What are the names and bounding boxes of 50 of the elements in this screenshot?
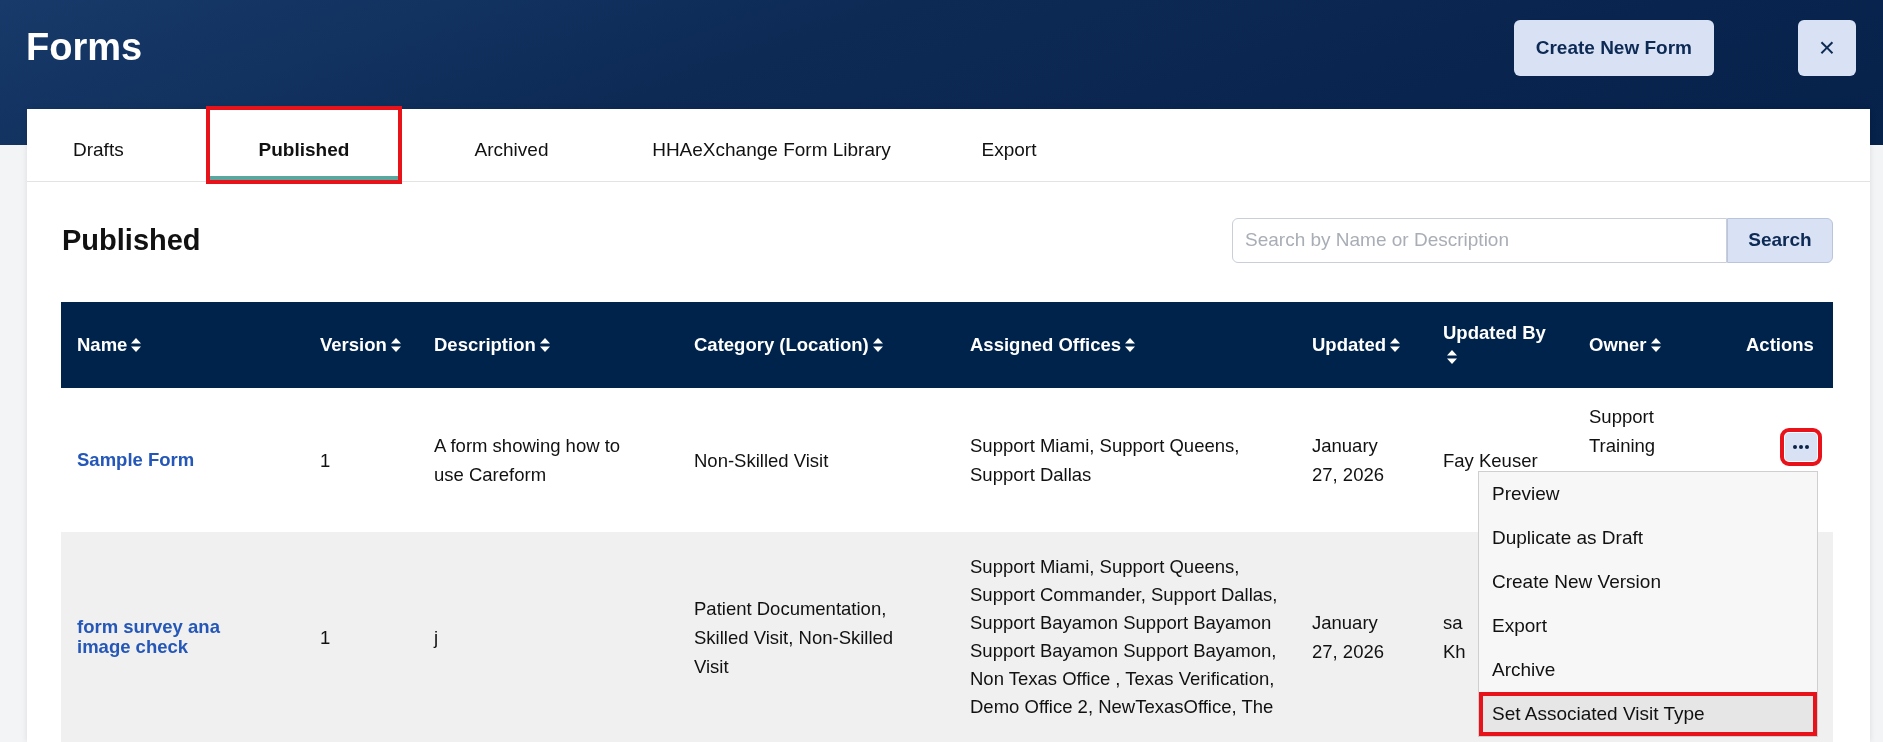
tab[interactable]: Published [209,109,399,181]
sort-icon[interactable] [1650,337,1661,352]
page-title: Forms [26,26,143,69]
column-header[interactable]: Updated [1312,332,1400,357]
menu-item[interactable]: Preview [1479,472,1817,516]
column-header[interactable]: Description [434,332,550,357]
search-field[interactable]: Search by Name or Description [1232,217,1727,263]
sort-icon[interactable] [1125,337,1136,352]
description-cell-text: j [434,625,439,650]
menu-item[interactable]: Set Associated Visit Type [1479,692,1817,736]
sort-icon[interactable] [1390,337,1400,352]
form-name-link[interactable]: form survey ana image check [77,617,267,657]
form-name-link[interactable]: Sample Form [77,450,195,470]
menu-item[interactable]: Archive [1479,648,1817,692]
column-header[interactable]: Owner [1589,332,1661,357]
tab[interactable]: Export [949,109,1069,181]
updated-by-cell-text: Fay Keuser [1443,448,1538,473]
category-cell-text: Non-Skilled Visit [694,448,829,473]
sort-icon[interactable] [872,337,883,352]
column-header[interactable]: Updated By [1443,320,1553,370]
tab[interactable]: HHAeXchange Form Library [624,109,919,181]
menu-item[interactable]: Duplicate as Draft [1479,516,1817,560]
offices-cell-text: Support Miami, Support Queens, Support Dallas [970,434,1241,487]
sort-icon[interactable] [539,337,550,352]
updated-cell-text: January 27, 2026 [1312,434,1385,487]
sort-icon[interactable] [390,337,401,352]
search-button[interactable]: Search [1727,217,1833,263]
tab[interactable]: Drafts [57,109,177,181]
menu-item[interactable]: Export [1479,604,1817,648]
owner-cell-text: Support Training [1589,405,1657,458]
close-button[interactable]: × [1798,20,1856,76]
column-header[interactable]: Category (Location) [694,332,883,357]
create-new-form-button[interactable]: Create New Form [1513,20,1714,76]
tab[interactable]: Archived [439,109,584,181]
offices-cell-text: Support Miami, Support Queens, Support Commander, Support Dallas, Support Bayamon Support Bayamon Support Bayamon Support Bayamon, Non Texas Office , Texas Verification, Demo Office 2, NewTexasOffice, The [970,555,1279,719]
version-cell-text: 1 [320,448,331,473]
column-header[interactable]: Version [320,332,401,357]
column-header[interactable]: Name [77,332,142,357]
column-header[interactable]: Assigned Offices [970,332,1136,357]
updated-by-cell-text: sa Kh [1443,611,1467,664]
description-cell-text: A form showing how to use Careform [434,434,622,487]
column-header: Actions [1746,332,1814,357]
updated-cell-text: January 27, 2026 [1312,611,1385,664]
version-cell-text: 1 [320,625,331,650]
category-cell-text: Patient Documentation, Skilled Visit, Non-Skilled Visit [694,596,894,679]
sort-icon[interactable] [1447,350,1457,364]
more-icon [1793,445,1809,449]
sort-icon[interactable] [131,337,142,352]
menu-item[interactable]: Create New Version [1479,560,1817,604]
section-title: Published [62,223,201,257]
